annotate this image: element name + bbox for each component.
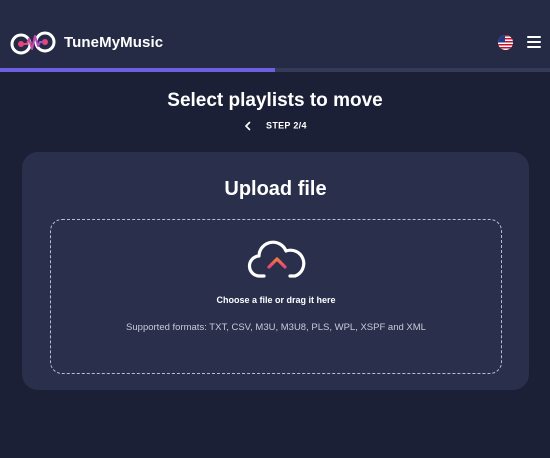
page-title: Select playlists to move: [167, 90, 383, 111]
top-header: TuneMyMusic: [0, 0, 550, 68]
progress-bar-fill: [0, 68, 275, 72]
progress-bar: [0, 68, 550, 72]
tunemymusic-logo-icon[interactable]: [10, 30, 56, 56]
upload-title: Upload file: [224, 178, 327, 200]
chevron-left-icon[interactable]: [243, 121, 253, 131]
step-label: STEP 2/4: [266, 120, 307, 131]
hamburger-menu-icon[interactable]: [527, 36, 541, 48]
upload-card: Upload file Choose a file or drag it her…: [22, 152, 529, 390]
file-dropzone[interactable]: Choose a file or drag it here Supported …: [50, 219, 502, 374]
drop-label[interactable]: Choose a file or drag it here: [51, 295, 501, 305]
brand-name[interactable]: TuneMyMusic: [64, 34, 163, 51]
us-flag-icon[interactable]: [498, 35, 513, 50]
step-indicator: STEP 2/4: [0, 120, 550, 134]
supported-formats-text: Supported formats: TXT, CSV, M3U, M3U8, …: [126, 322, 426, 333]
cloud-upload-icon: [247, 240, 306, 282]
